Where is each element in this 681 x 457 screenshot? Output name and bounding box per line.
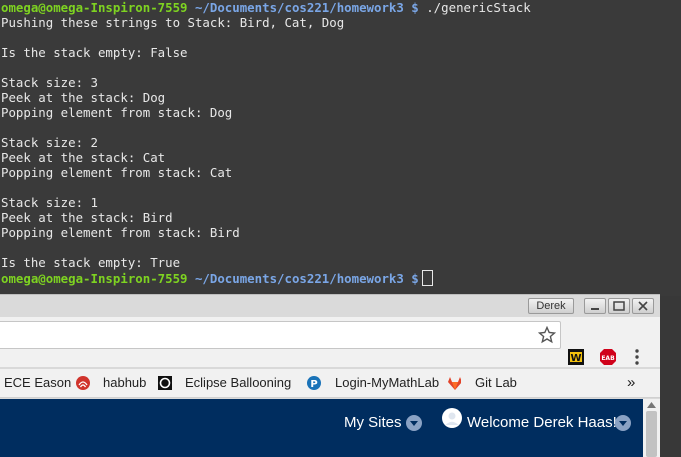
terminal-output-line: Is the stack empty: True: [1, 255, 181, 270]
terminal-output-line: Is the stack empty: False: [1, 45, 188, 60]
svg-text:EAB: EAB: [601, 355, 615, 362]
menu-icon[interactable]: [632, 348, 642, 366]
habhub-icon: [76, 376, 90, 390]
bookmarks-overflow[interactable]: »: [627, 369, 635, 397]
terminal-output-line: Peek at the stack: Bird: [1, 210, 173, 225]
bookmark-ece-eason[interactable]: ECE Eason: [4, 369, 71, 397]
maximize-button[interactable]: [608, 298, 630, 314]
terminal-output-line: Stack size: 3: [1, 75, 98, 90]
close-icon: [638, 301, 648, 311]
prompt-path: ~/Documents/cos221/homework3 $: [194, 271, 419, 286]
address-bar[interactable]: [0, 321, 561, 349]
my-sites-link[interactable]: My Sites: [344, 414, 402, 431]
maximize-icon: [613, 301, 625, 311]
terminal-output-line: Peek at the stack: Cat: [1, 150, 166, 165]
avatar[interactable]: [442, 408, 462, 428]
svg-text:P: P: [310, 379, 317, 390]
eclipse-icon: [158, 376, 172, 390]
close-button[interactable]: [632, 298, 654, 314]
terminal-output-line: Stack size: 2: [1, 135, 98, 150]
terminal-output-line: Popping element from stack: Cat: [1, 165, 233, 180]
pearson-icon: P: [307, 376, 321, 390]
terminal-prompt-line: omega@omega-Inspiron-7559 ~/Documents/co…: [1, 0, 531, 15]
browser-titlebar[interactable]: Derek: [0, 295, 660, 317]
bookmark-gitlab[interactable]: Git Lab: [475, 369, 517, 397]
extension-w-icon[interactable]: W: [568, 349, 584, 365]
welcome-user-link[interactable]: Welcome Derek Haas!: [467, 414, 617, 431]
user-dropdown-icon[interactable]: [615, 415, 631, 431]
bookmark-eclipse-ballooning[interactable]: Eclipse Ballooning F: [185, 369, 295, 397]
gitlab-icon: [448, 377, 461, 390]
svg-text:W: W: [570, 353, 581, 364]
bookmark-habhub[interactable]: habhub: [103, 369, 146, 397]
minimize-button[interactable]: [584, 298, 606, 314]
terminal-output-line: Popping element from stack: Bird: [1, 225, 240, 240]
bookmark-mymathlab[interactable]: Login-MyMathLab: [335, 369, 439, 397]
scrollbar[interactable]: [643, 399, 660, 457]
terminal-output-line: Popping element from stack: Dog: [1, 105, 233, 120]
minimize-icon: [591, 308, 599, 310]
prompt-user: omega@omega-Inspiron-7559: [1, 271, 188, 286]
scrollbar-thumb[interactable]: [646, 411, 657, 457]
prompt-command: ./genericStack: [418, 0, 531, 15]
browser-window: Derek W EAB ECE Eason habhub Eclipse Bal…: [0, 294, 660, 457]
terminal-output-line: Peek at the stack: Dog: [1, 90, 166, 105]
star-icon[interactable]: [538, 326, 556, 344]
my-sites-dropdown-icon[interactable]: [406, 415, 422, 431]
prompt-path: ~/Documents/cos221/homework3 $: [194, 0, 419, 15]
terminal-prompt-line: omega@omega-Inspiron-7559 ~/Documents/co…: [1, 270, 433, 286]
prompt-user: omega@omega-Inspiron-7559: [1, 0, 188, 15]
scroll-up-icon[interactable]: [647, 402, 656, 408]
terminal-cursor[interactable]: [421, 270, 433, 286]
terminal-window[interactable]: omega@omega-Inspiron-7559 ~/Documents/co…: [0, 0, 681, 296]
terminal-output-line: Pushing these strings to Stack: Bird, Ca…: [1, 15, 345, 30]
terminal-output-line: Stack size: 1: [1, 195, 98, 210]
adblock-icon[interactable]: EAB: [599, 348, 617, 366]
profile-button[interactable]: Derek: [528, 298, 574, 314]
site-header: My Sites Welcome Derek Haas!: [0, 399, 643, 457]
bookmarks-bar: ECE Eason habhub Eclipse Ballooning F P …: [0, 369, 660, 398]
